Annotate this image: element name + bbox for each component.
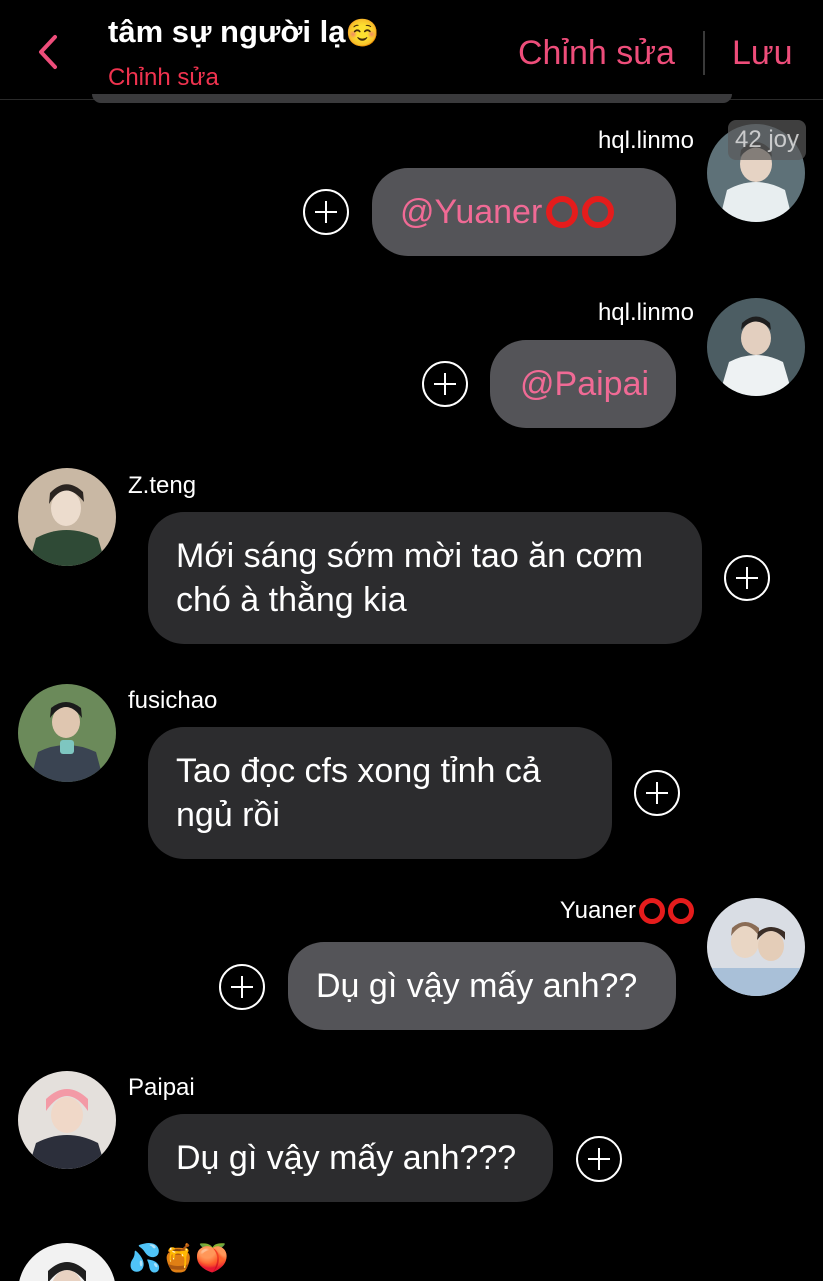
watermark: 42 joy bbox=[728, 120, 806, 160]
message-bubble[interactable]: Mới sáng sớm mời tao ăn cơm chó à thằng … bbox=[148, 512, 702, 644]
save-button[interactable]: Lưu bbox=[732, 34, 793, 73]
sender-name-emoji: 💦🍯🍑 bbox=[128, 1243, 229, 1273]
red-circle-emoji bbox=[582, 196, 615, 228]
chat-header: tâm sự người lạ☺️ Chỉnh sửa Chỉnh sửa Lư… bbox=[0, 0, 823, 100]
add-reaction-button[interactable] bbox=[303, 189, 349, 235]
previous-bubble-edge bbox=[92, 94, 732, 103]
sender-name-text: Yuaner bbox=[559, 897, 636, 924]
sender-name: 💦🍯🍑 bbox=[128, 1242, 229, 1274]
avatar[interactable] bbox=[18, 1071, 116, 1169]
add-reaction-button[interactable] bbox=[422, 361, 468, 407]
avatar[interactable] bbox=[18, 684, 116, 782]
red-circle-emoji bbox=[546, 196, 579, 228]
sender-name: hql.linmo bbox=[597, 299, 694, 326]
red-circle-emoji bbox=[668, 898, 694, 924]
add-reaction-button[interactable] bbox=[576, 1136, 622, 1182]
header-divider bbox=[703, 31, 705, 75]
message-bubble[interactable]: @Yuaner bbox=[372, 168, 676, 256]
message-bubble[interactable]: Dụ gì vậy mấy anh??? bbox=[148, 1114, 553, 1202]
avatar[interactable] bbox=[18, 1243, 116, 1281]
avatar[interactable] bbox=[18, 468, 116, 566]
sender-name: Yuaner bbox=[560, 897, 694, 925]
mention-text[interactable]: @Yuaner bbox=[400, 190, 542, 234]
back-button[interactable] bbox=[30, 30, 66, 74]
add-reaction-button[interactable] bbox=[724, 555, 770, 601]
chat-title-text: tâm sự người lạ bbox=[108, 14, 346, 49]
add-reaction-button[interactable] bbox=[634, 770, 680, 816]
chevron-left-icon bbox=[39, 35, 57, 69]
chat-subtitle[interactable]: Chỉnh sửa bbox=[108, 64, 219, 92]
edit-button[interactable]: Chỉnh sửa bbox=[518, 34, 675, 73]
relieved-face-emoji: ☺️ bbox=[345, 18, 380, 48]
message-bubble[interactable]: Dụ gì vậy mấy anh?? bbox=[288, 942, 676, 1030]
avatar[interactable] bbox=[707, 898, 805, 996]
add-reaction-button[interactable] bbox=[219, 964, 265, 1010]
sender-name: fusichao bbox=[128, 687, 218, 714]
sender-name: hql.linmo bbox=[597, 127, 694, 154]
message-bubble[interactable]: Tao đọc cfs xong tỉnh cả ngủ rồi bbox=[148, 727, 612, 859]
red-circle-emoji bbox=[639, 898, 665, 924]
chat-title: tâm sự người lạ☺️ bbox=[108, 14, 379, 50]
sender-name: Z.teng bbox=[128, 472, 197, 499]
sender-name: Paipai bbox=[128, 1074, 195, 1101]
avatar[interactable] bbox=[707, 298, 805, 396]
message-bubble[interactable]: @Paipai bbox=[490, 340, 676, 428]
mention-text[interactable]: @Paipai bbox=[520, 362, 649, 406]
